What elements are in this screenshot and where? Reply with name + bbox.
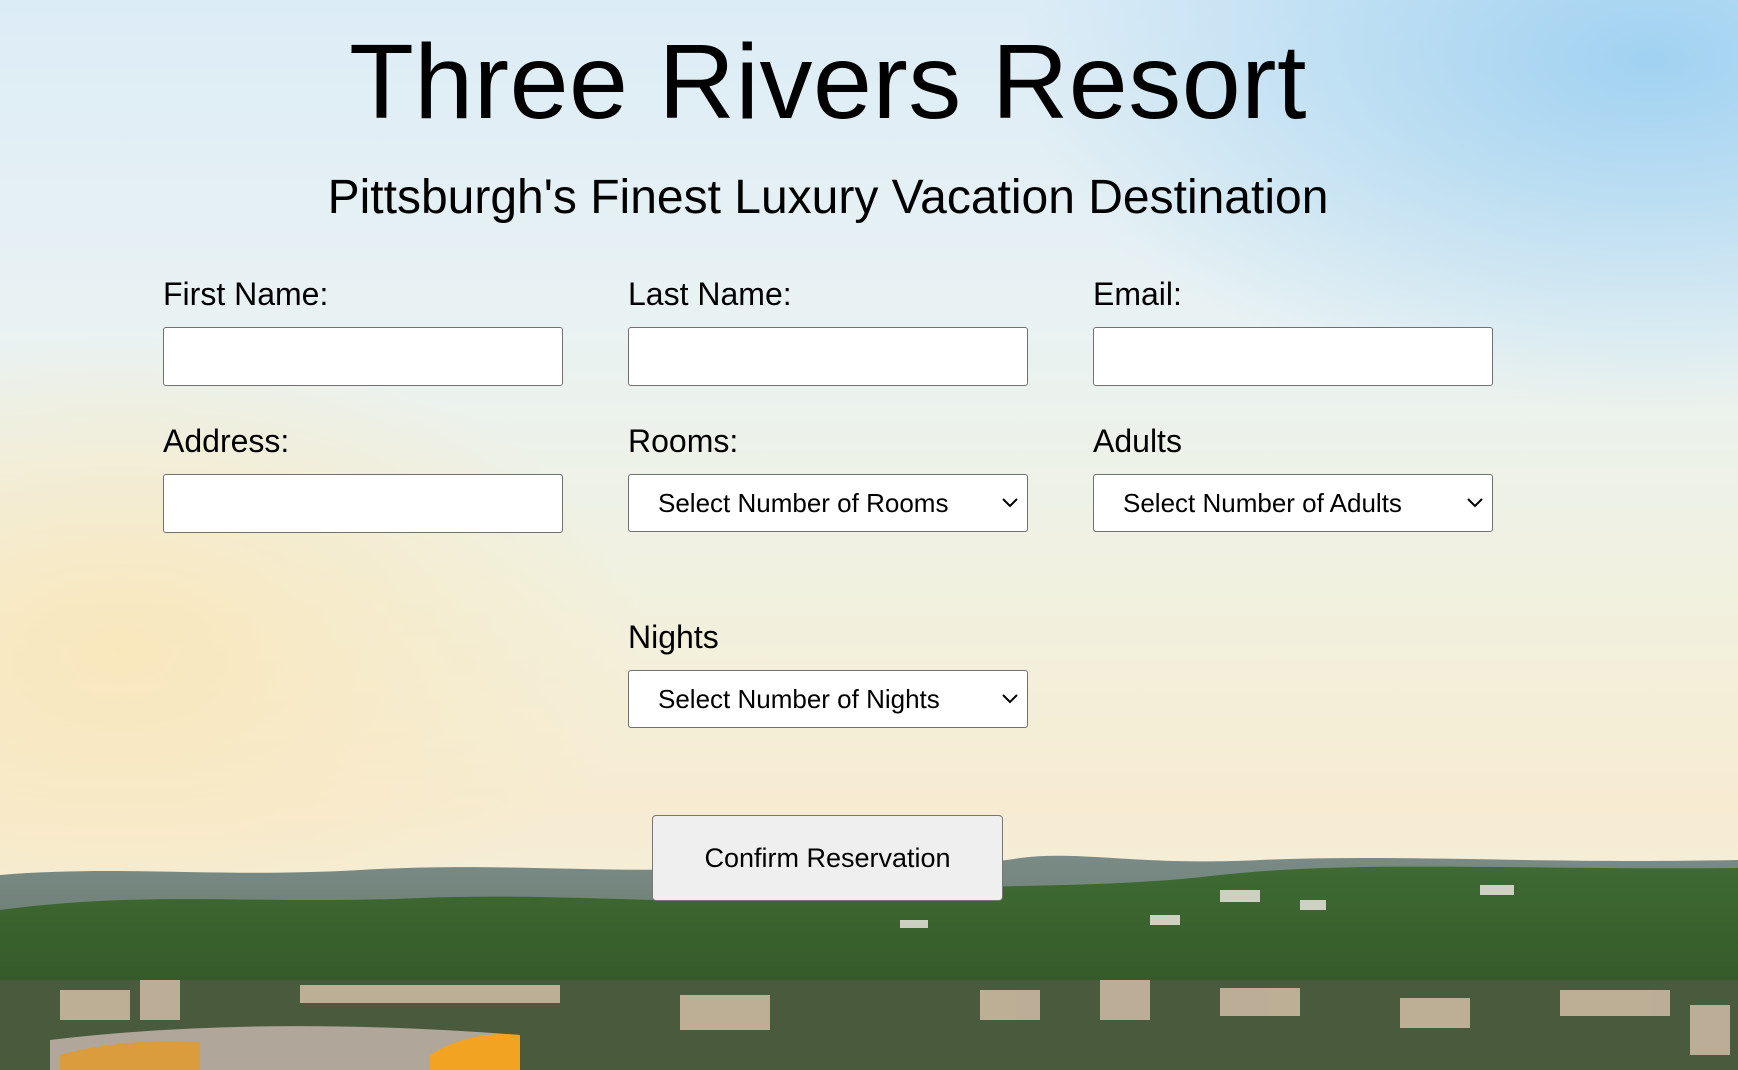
adults-select[interactable]: Select Number of Adults bbox=[1093, 474, 1493, 532]
address-group: Address: bbox=[163, 422, 563, 533]
first-name-label: First Name: bbox=[163, 276, 329, 312]
last-name-group: Last Name: bbox=[628, 275, 1028, 386]
adults-group: Adults Select Number of Adults bbox=[1093, 422, 1493, 532]
page-subtitle: Pittsburgh's Finest Luxury Vacation Dest… bbox=[327, 171, 1329, 224]
adults-label: Adults bbox=[1093, 423, 1182, 459]
chevron-down-icon bbox=[1002, 498, 1018, 508]
page-title: Three Rivers Resort bbox=[349, 23, 1307, 141]
email-input[interactable] bbox=[1093, 327, 1493, 386]
first-name-group: First Name: bbox=[163, 275, 563, 386]
rooms-select[interactable]: Select Number of Rooms bbox=[628, 474, 1028, 532]
rooms-group: Rooms: Select Number of Rooms bbox=[628, 422, 1028, 532]
rooms-select-value: Select Number of Rooms bbox=[658, 488, 949, 518]
chevron-down-icon bbox=[1467, 498, 1483, 508]
email-label: Email: bbox=[1093, 276, 1182, 312]
nights-select-value: Select Number of Nights bbox=[658, 684, 940, 714]
email-group: Email: bbox=[1093, 275, 1493, 386]
address-label: Address: bbox=[163, 423, 290, 459]
chevron-down-icon bbox=[1002, 694, 1018, 704]
nights-group: Nights Select Number of Nights bbox=[628, 618, 1028, 728]
nights-select[interactable]: Select Number of Nights bbox=[628, 670, 1028, 728]
last-name-input[interactable] bbox=[628, 327, 1028, 386]
last-name-label: Last Name: bbox=[628, 276, 792, 312]
adults-select-value: Select Number of Adults bbox=[1123, 488, 1402, 518]
confirm-reservation-button[interactable]: Confirm Reservation bbox=[652, 815, 1003, 901]
first-name-input[interactable] bbox=[163, 327, 563, 386]
rooms-label: Rooms: bbox=[628, 423, 739, 459]
address-input[interactable] bbox=[163, 474, 563, 533]
nights-label: Nights bbox=[628, 619, 719, 655]
